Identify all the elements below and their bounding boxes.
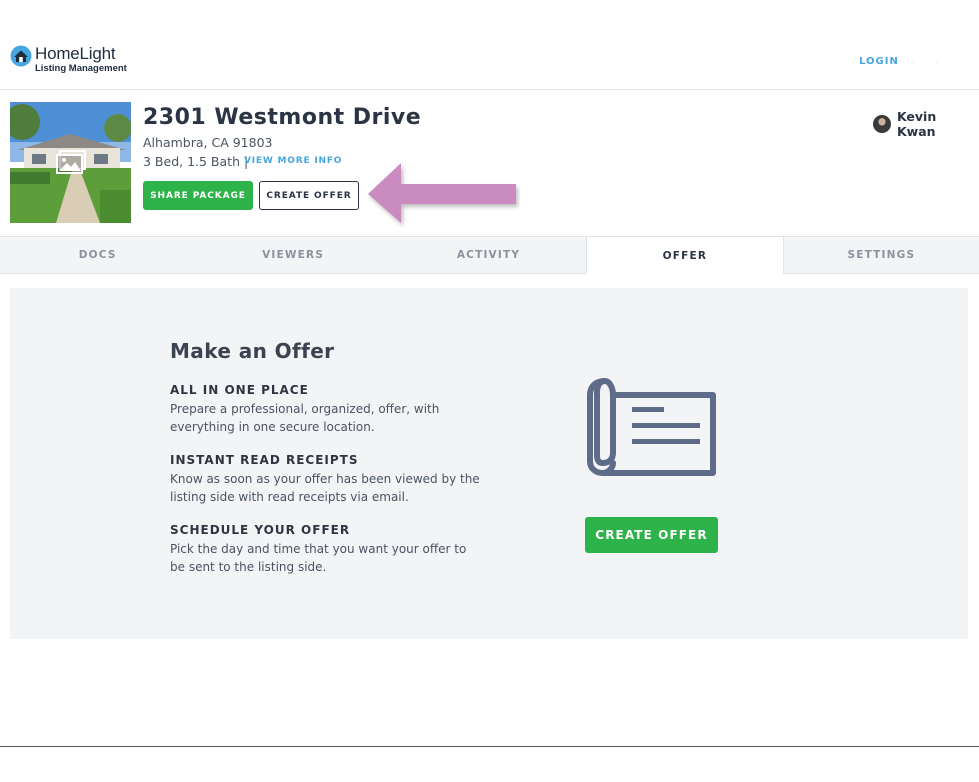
- tab-viewers[interactable]: VIEWERS: [195, 237, 390, 273]
- login-link[interactable]: LOGIN: [859, 56, 899, 67]
- avatar: [873, 115, 891, 133]
- offer-title: Make an Offer: [170, 339, 335, 363]
- logo-subtitle: Listing Management: [35, 63, 127, 74]
- user-name: Kevin Kwan: [896, 109, 937, 139]
- listing-city: Alhambra, CA 91803: [143, 135, 273, 150]
- feature-schedule: SCHEDULE YOUR OFFER Pick the day and tim…: [170, 523, 480, 576]
- feature-read-receipts: INSTANT READ RECEIPTS Know as soon as yo…: [170, 453, 480, 506]
- create-offer-outline-button[interactable]: CREATE OFFER: [259, 181, 359, 210]
- share-package-button[interactable]: SHARE PACKAGE: [143, 181, 253, 210]
- pointer-arrow-icon: [368, 163, 516, 223]
- feature-description: Prepare a professional, organized, offer…: [170, 402, 440, 434]
- tab-settings[interactable]: SETTINGS: [784, 237, 979, 273]
- feature-description: Pick the day and time that you want your…: [170, 542, 467, 574]
- feature-description: Know as soon as your offer has been view…: [170, 472, 480, 504]
- document-scroll-icon: [587, 378, 716, 476]
- listing-photo[interactable]: [10, 102, 131, 223]
- logo-name: HomeLight: [35, 44, 116, 63]
- house-logo-icon: [10, 45, 32, 67]
- separator-dot: ·: [936, 58, 939, 67]
- gallery-icon: [56, 150, 86, 174]
- offer-panel: [10, 288, 968, 639]
- feature-heading: ALL IN ONE PLACE: [170, 383, 309, 397]
- listing-specs: 3 Bed, 1.5 Bath |: [143, 154, 249, 169]
- divider: [0, 746, 979, 747]
- create-offer-button[interactable]: CREATE OFFER: [585, 517, 718, 553]
- tab-offer[interactable]: OFFER: [586, 237, 784, 274]
- top-header: HomeLight Listing Management LOGIN · ·: [0, 0, 979, 90]
- view-more-info-link[interactable]: VIEW MORE INFO: [244, 156, 342, 166]
- listing-tabs: DOCS VIEWERS ACTIVITY OFFER SETTINGS: [0, 236, 979, 274]
- tab-docs[interactable]: DOCS: [0, 237, 195, 273]
- feature-heading: SCHEDULE YOUR OFFER: [170, 523, 351, 537]
- tab-activity[interactable]: ACTIVITY: [391, 237, 586, 273]
- homelight-logo[interactable]: HomeLight Listing Management: [10, 45, 127, 75]
- separator-dot: ·: [912, 58, 915, 67]
- feature-heading: INSTANT READ RECEIPTS: [170, 453, 359, 467]
- user-profile[interactable]: Kevin Kwan: [873, 109, 979, 139]
- feature-all-in-one: ALL IN ONE PLACE Prepare a professional,…: [170, 383, 480, 436]
- listing-address: 2301 Westmont Drive: [143, 105, 422, 130]
